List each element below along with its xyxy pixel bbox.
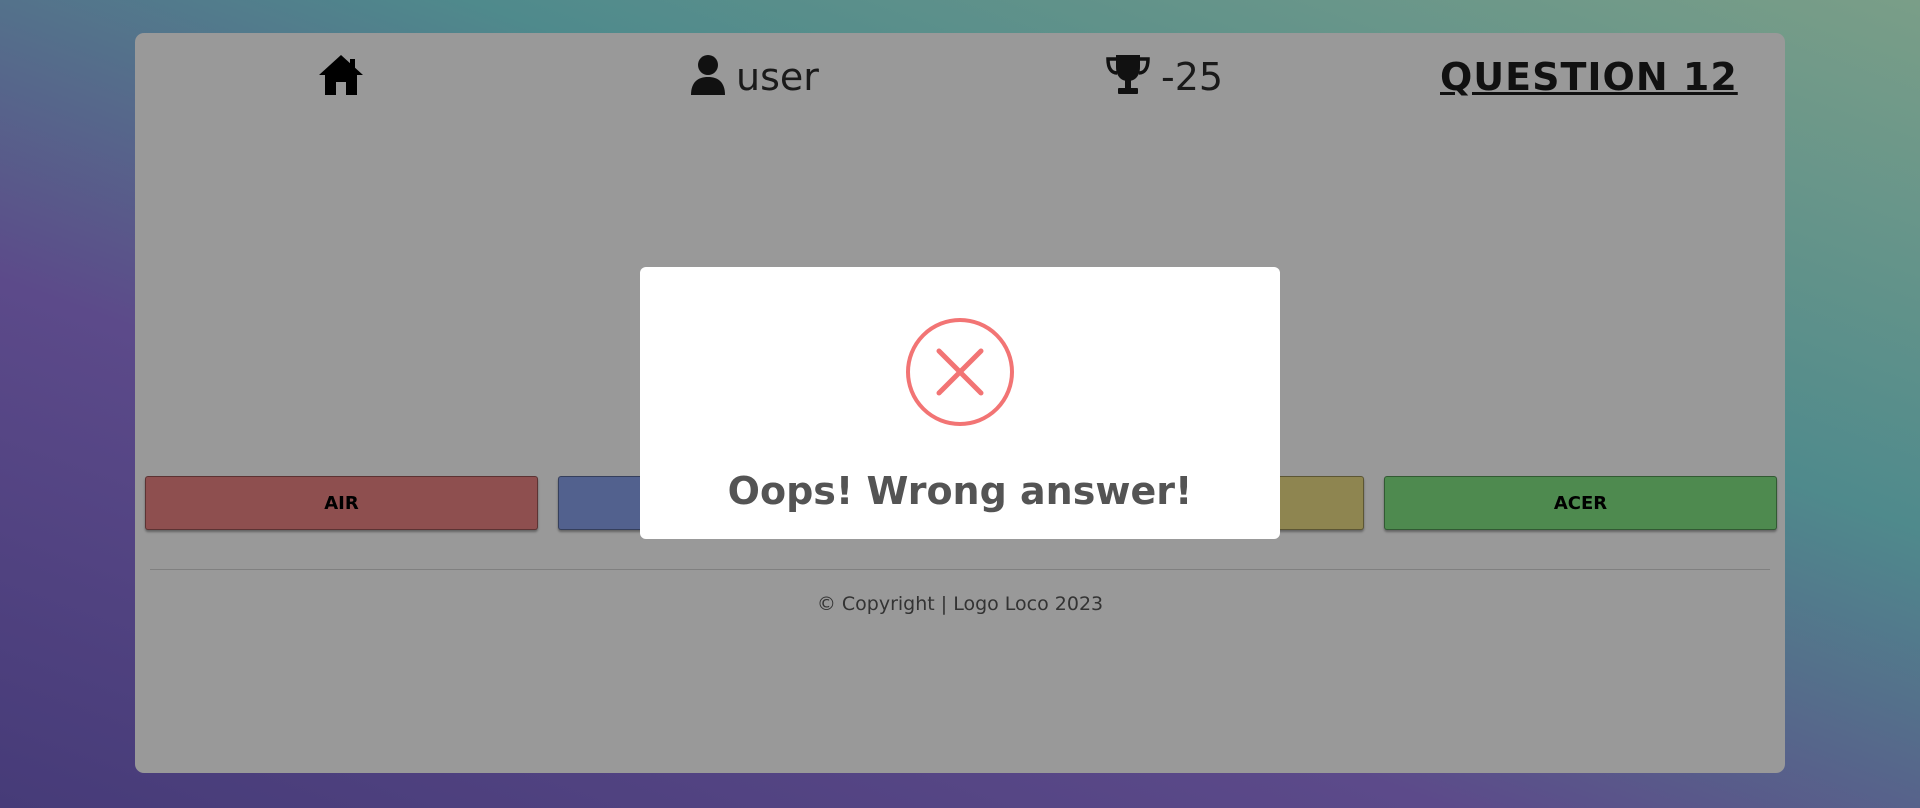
score-value: -25: [1161, 55, 1224, 99]
user-icon: [690, 54, 726, 100]
footer-divider: [150, 569, 1770, 570]
username: user: [736, 55, 819, 99]
answer-label: ACER: [1553, 492, 1608, 514]
footer-copyright: © Copyright | Logo Loco 2023: [816, 593, 1104, 615]
question-label: QUESTION 12: [1440, 55, 1738, 99]
home-link[interactable]: [317, 49, 365, 105]
home-icon: [317, 53, 365, 101]
answer-button-4[interactable]: ACER: [1384, 476, 1777, 530]
score-display: -25: [1105, 49, 1223, 105]
user-profile[interactable]: user: [690, 49, 819, 105]
question-counter: QUESTION 12: [1440, 49, 1738, 105]
error-x-icon: [905, 317, 1015, 427]
trophy-icon: [1105, 53, 1151, 101]
answer-label: AIR: [324, 492, 359, 514]
top-nav: user -25 QUESTION 12: [135, 33, 1785, 143]
modal-message: Oops! Wrong answer!: [727, 469, 1193, 513]
answer-button-1[interactable]: AIR: [145, 476, 538, 530]
wrong-answer-modal: Oops! Wrong answer!: [640, 267, 1280, 539]
